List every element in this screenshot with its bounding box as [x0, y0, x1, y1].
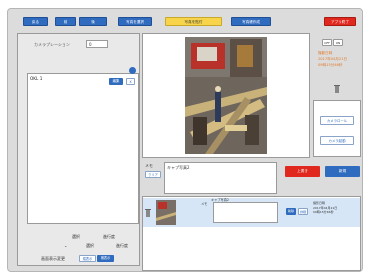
date-line-2: 2017年04月21日	[318, 57, 348, 61]
paste-photo-button[interactable]: 写真を貼付	[165, 17, 222, 26]
memo-text: キャプ写真2	[167, 165, 190, 170]
next-button[interactable]: 後	[79, 17, 107, 26]
row-date-value: 2017年04月21日 09時15分46秒	[313, 206, 338, 214]
date-line-3: 09時15分46秒	[318, 63, 343, 67]
list-edit-button[interactable]: 編集	[109, 78, 123, 85]
chevron-down-icon[interactable]: ⌄	[64, 243, 67, 248]
overwrite-button[interactable]: 上書き	[285, 166, 320, 177]
construction-photo	[185, 37, 267, 154]
trash-icon[interactable]	[145, 208, 151, 217]
list-delete-button[interactable]: X	[126, 78, 135, 85]
portrait-button[interactable]: 縦表示	[79, 255, 96, 262]
list-item[interactable]: OKL 1	[30, 76, 42, 81]
field-label: カメラプレーション	[34, 42, 70, 47]
bottom-row2-b: 進行度	[116, 243, 128, 248]
camera-start-button[interactable]: カメラ起動	[320, 136, 354, 145]
row-memo-box	[213, 202, 278, 223]
memo-textarea[interactable]: キャプ写真2	[164, 162, 277, 194]
memo-clear-button[interactable]: クリア	[145, 171, 161, 178]
bottom-row2-a: 選択	[86, 243, 94, 248]
scroll-indicator	[129, 67, 136, 74]
row-memo-label: メモ	[201, 202, 208, 206]
landscape-button[interactable]: 横表示	[97, 255, 114, 262]
trash-icon[interactable]	[334, 84, 340, 93]
prev-button[interactable]: 前	[55, 17, 76, 26]
toggle-off[interactable]: OFF	[322, 39, 332, 46]
camera-roll-button[interactable]: カメラロール	[320, 116, 354, 125]
memo-label: メモ	[145, 163, 153, 168]
date-line-1: 撮影日時	[318, 51, 333, 55]
row-thumbnail[interactable]	[156, 200, 176, 225]
back-button[interactable]: 戻る	[23, 17, 48, 26]
new-button[interactable]: 新規	[325, 166, 360, 177]
bottom-row1-b: 進行度	[103, 234, 115, 239]
camera-panel	[313, 100, 361, 157]
field-input[interactable]: 0	[86, 40, 108, 48]
row-delete-button[interactable]: 削除	[286, 208, 296, 215]
field-value: 0	[89, 42, 92, 47]
row-detail-button[interactable]: 詳細	[298, 208, 308, 215]
select-photo-button[interactable]: 写真を選択	[118, 17, 152, 26]
item-list[interactable]	[27, 73, 139, 224]
toggle-on[interactable]: ON	[333, 39, 343, 46]
create-album-button[interactable]: 写真帳作成	[231, 17, 271, 26]
quit-app-button[interactable]: アプリ終了	[324, 17, 356, 26]
bottom-row1-a: 選択	[72, 234, 80, 239]
photo-preview[interactable]	[185, 37, 267, 154]
display-mode-label: 画面表示変更	[41, 256, 65, 261]
